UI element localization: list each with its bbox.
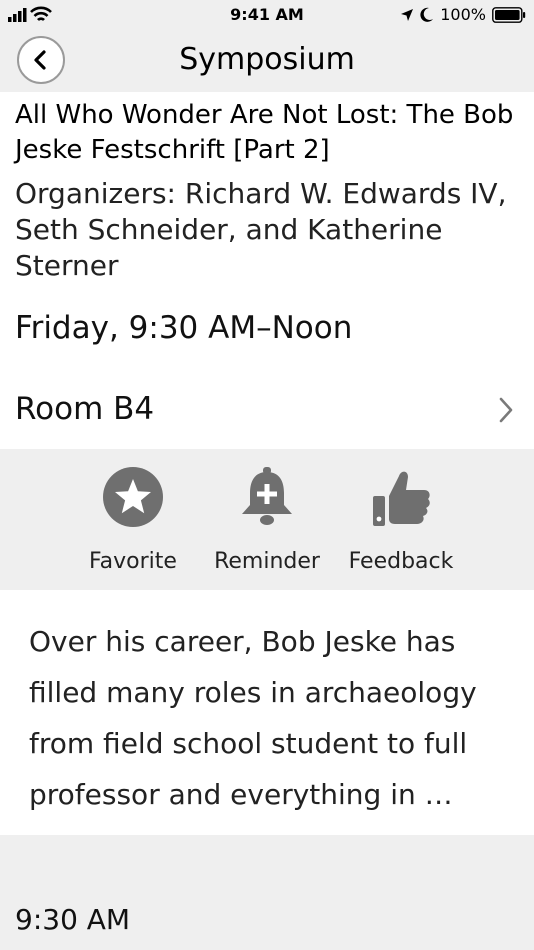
status-right: 100% xyxy=(400,5,526,24)
navigation-bar: Symposium xyxy=(0,30,534,92)
bell-plus-icon xyxy=(242,466,292,525)
chevron-right-icon xyxy=(499,397,513,423)
battery-percent: 100% xyxy=(440,5,486,24)
moon-icon xyxy=(420,7,434,22)
thumbs-up-icon xyxy=(373,471,430,526)
location-arrow-icon xyxy=(401,8,414,21)
feedback-button[interactable]: Feedback xyxy=(336,464,466,574)
status-bar: 9:41 AM 100% xyxy=(0,0,534,30)
description-card[interactable]: Over his career, Bob Jeske has filled ma… xyxy=(0,590,534,835)
session-organizers: Organizers: Richard W. Edwards IV, Seth … xyxy=(15,177,507,282)
session-time-range: Friday, 9:30 AM–Noon xyxy=(15,310,353,346)
room-row[interactable]: Room B4 xyxy=(0,382,534,439)
favorite-button[interactable]: Favorite xyxy=(68,464,198,574)
star-icon xyxy=(103,466,163,527)
session-title: All Who Wonder Are Not Lost: The Bob Jes… xyxy=(15,100,514,165)
reminder-button[interactable]: Reminder xyxy=(202,464,332,574)
favorite-label: Favorite xyxy=(89,549,177,574)
reminder-label: Reminder xyxy=(214,549,320,574)
session-info-card: All Who Wonder Are Not Lost: The Bob Jes… xyxy=(0,92,534,449)
first-slot-time: 9:30 AM xyxy=(15,903,131,936)
action-bar: Favorite Reminder Feedback xyxy=(0,449,534,590)
room-label: Room B4 xyxy=(15,391,155,427)
battery-icon xyxy=(492,6,526,23)
session-description: Over his career, Bob Jeske has filled ma… xyxy=(29,625,477,811)
feedback-label: Feedback xyxy=(348,549,454,574)
page-title: Symposium xyxy=(179,42,355,77)
